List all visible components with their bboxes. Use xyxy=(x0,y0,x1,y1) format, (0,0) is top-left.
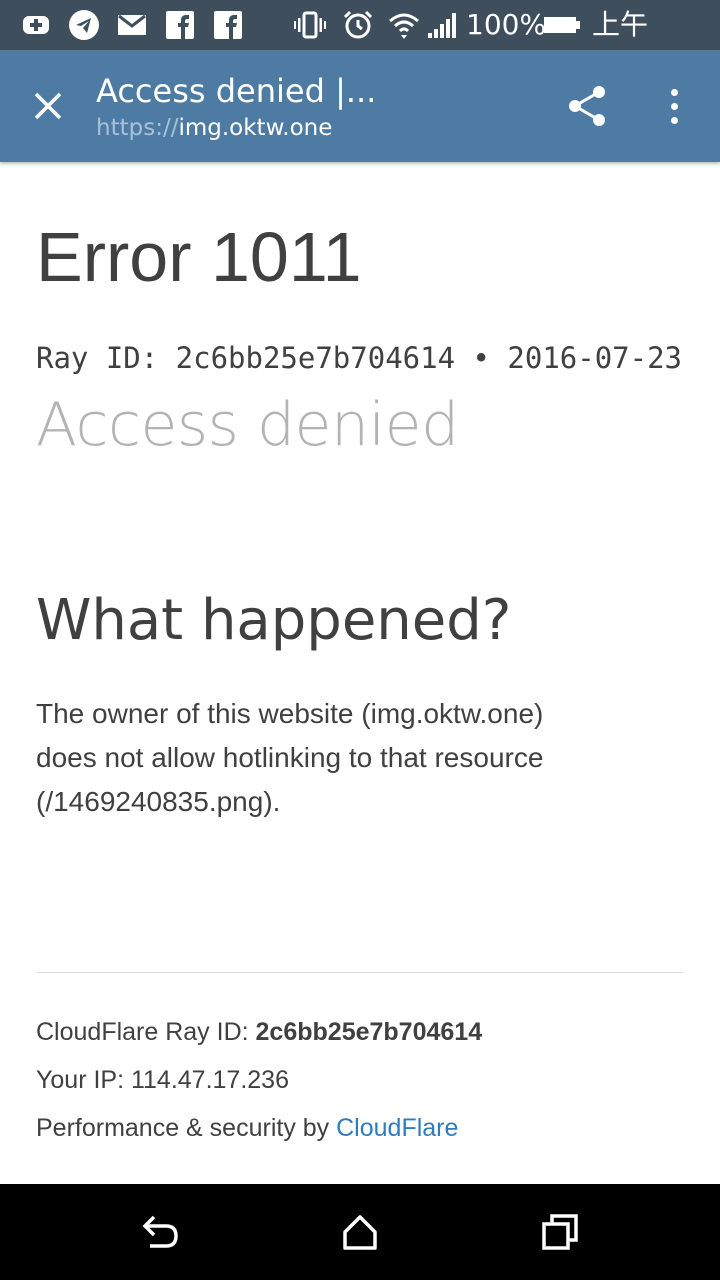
ray-id-value: 2c6bb25e7b704614 xyxy=(255,1018,483,1046)
mail-icon xyxy=(116,9,148,41)
recents-button[interactable] xyxy=(536,1208,584,1256)
footer-performance: Performance & security by CloudFlare xyxy=(36,1110,458,1146)
explanation-line: does not allow hotlinking to that resour… xyxy=(36,742,544,773)
more-vert-icon xyxy=(670,88,678,96)
cloudflare-link[interactable]: CloudFlare xyxy=(336,1114,458,1142)
footer-divider xyxy=(36,972,684,973)
explanation-line: (/1469240835.png). xyxy=(36,786,281,817)
url-host: img.oktw.one xyxy=(178,115,333,141)
recents-icon xyxy=(542,1214,578,1250)
home-button[interactable] xyxy=(336,1208,384,1256)
battery-icon xyxy=(542,9,582,41)
facebook-icon xyxy=(212,9,244,41)
ray-id-line: Ray ID: 2c6bb25e7b704614 • 2016-07-23 xyxy=(36,341,683,375)
performance-text: Performance & security by xyxy=(36,1114,330,1142)
wifi-icon xyxy=(388,9,420,41)
vibrate-icon xyxy=(294,9,326,41)
close-icon xyxy=(34,92,62,120)
facebook-icon xyxy=(164,9,196,41)
explanation-line: The owner of this website (img.oktw.one) xyxy=(36,698,544,729)
overflow-menu-button[interactable] xyxy=(658,84,690,128)
url-text[interactable]: https://img.oktw.one xyxy=(96,112,332,144)
access-denied-heading: Access denied xyxy=(36,390,459,460)
ray-id-label: CloudFlare Ray ID: xyxy=(36,1018,249,1046)
signal-icon xyxy=(426,9,458,41)
telegram-icon xyxy=(68,9,100,41)
add-box-icon xyxy=(20,9,52,41)
back-icon xyxy=(142,1215,178,1248)
browser-toolbar: Access denied |... https://img.oktw.one xyxy=(0,50,720,162)
page-title: Access denied |... xyxy=(96,72,377,110)
footer-ray-id: CloudFlare Ray ID: 2c6bb25e7b704614 xyxy=(36,1014,482,1050)
url-scheme: https:// xyxy=(96,115,179,141)
home-icon xyxy=(343,1215,377,1250)
explanation-text: The owner of this website (img.oktw.one)… xyxy=(36,692,676,824)
alarm-icon xyxy=(342,9,374,41)
share-icon xyxy=(569,86,605,126)
back-button[interactable] xyxy=(136,1208,184,1256)
status-bar: 100% 上午10:28 xyxy=(0,0,720,79)
nav-bar xyxy=(0,1184,720,1280)
close-button[interactable] xyxy=(24,82,72,130)
share-button[interactable] xyxy=(566,84,610,128)
battery-percent: 100% xyxy=(466,8,547,41)
what-happened-heading: What happened? xyxy=(36,588,512,653)
error-code: Error 1011 xyxy=(36,218,362,296)
footer-ip: Your IP: 114.47.17.236 xyxy=(36,1066,289,1094)
